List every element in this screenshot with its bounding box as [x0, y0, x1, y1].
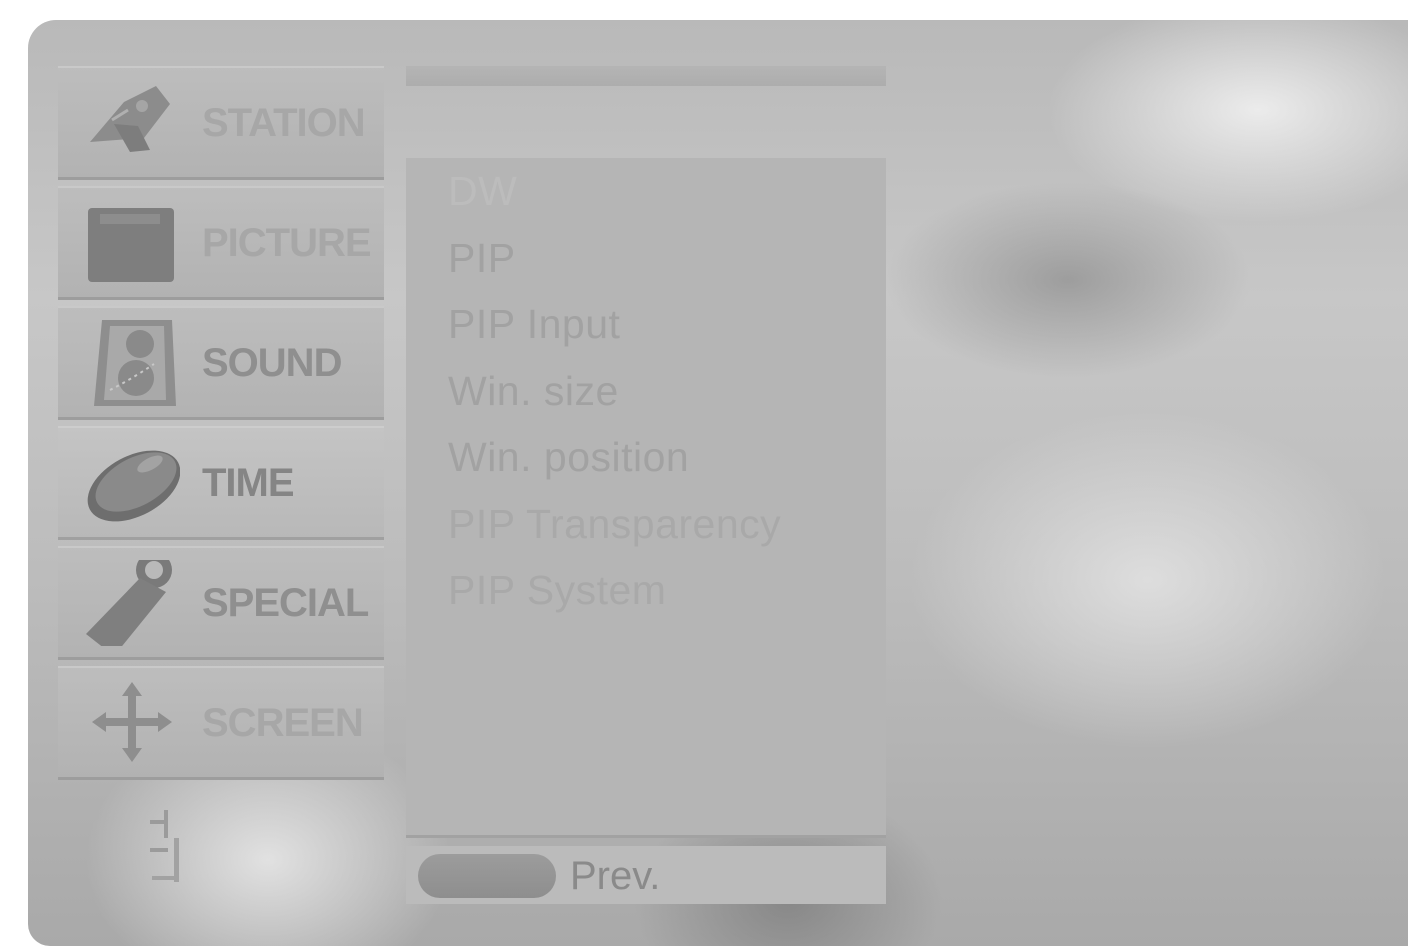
- prev-label: Prev.: [570, 854, 661, 898]
- menu-item-special[interactable]: SPECIAL: [58, 546, 384, 660]
- menu-item-time[interactable]: TIME: [58, 426, 384, 540]
- clock-icon: [87, 450, 180, 522]
- submenu-item-dw[interactable]: DW: [448, 158, 781, 225]
- main-menu-sidebar: STATION PICTURE SOUND TIME SPECIAL SCREE…: [58, 66, 384, 786]
- menu-item-label: STATION: [202, 101, 366, 145]
- submenu-header-bar: [406, 66, 886, 86]
- menu-item-sound[interactable]: SOUND: [58, 306, 384, 420]
- submenu-item-pip-system[interactable]: PIP System: [448, 557, 781, 624]
- submenu-item-win-size[interactable]: Win. size: [448, 358, 781, 425]
- menu-item-picture[interactable]: PICTURE: [58, 186, 384, 300]
- scroll-indicator-icon: [150, 810, 179, 882]
- menu-item-label: SOUND: [202, 341, 342, 385]
- menu-item-label: SCREEN: [202, 701, 364, 745]
- tag-icon: [86, 560, 172, 646]
- osd-menu-frame: STATION PICTURE SOUND TIME SPECIAL SCREE…: [28, 20, 1408, 946]
- menu-item-station[interactable]: STATION: [58, 66, 384, 180]
- prev-button[interactable]: [418, 854, 556, 898]
- submenu-item-pip-input[interactable]: PIP Input: [448, 291, 781, 358]
- submenu-item-pip[interactable]: PIP: [448, 225, 781, 292]
- pip-submenu-panel: DW PIP PIP Input Win. size Win. position…: [406, 158, 886, 838]
- submenu-item-pip-transparency[interactable]: PIP Transparency: [448, 491, 781, 558]
- menu-item-label: PICTURE: [202, 221, 372, 265]
- submenu-item-win-position[interactable]: Win. position: [448, 424, 781, 491]
- move-arrows-icon: [92, 682, 172, 762]
- submenu-list: DW PIP PIP Input Win. size Win. position…: [448, 158, 781, 624]
- menu-item-label: SPECIAL: [202, 581, 369, 625]
- submenu-footer: Prev.: [406, 846, 886, 904]
- picture-icon: [88, 208, 174, 282]
- menu-item-screen[interactable]: SCREEN: [58, 666, 384, 780]
- menu-item-label: TIME: [202, 461, 295, 505]
- satellite-dish-icon: [90, 86, 170, 152]
- speaker-icon: [94, 320, 176, 406]
